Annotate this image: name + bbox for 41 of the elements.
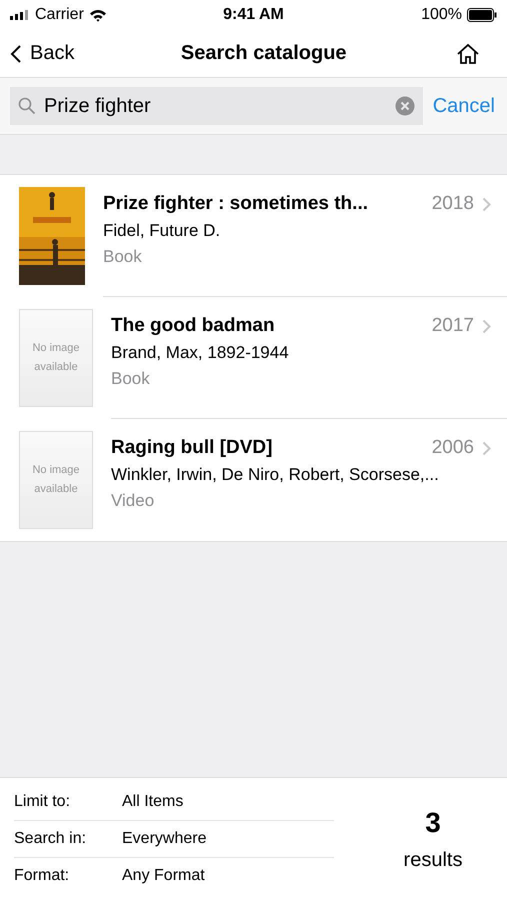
back-chevron-icon: [10, 44, 22, 64]
chevron-icon: [482, 196, 491, 212]
result-year: 2018: [432, 193, 474, 215]
filter-label: Limit to:: [14, 792, 72, 810]
result-count-label: results: [404, 848, 462, 872]
back-button[interactable]: Back: [10, 42, 74, 65]
no-image-placeholder: No image available: [19, 309, 93, 407]
search-field[interactable]: Prize fighter: [10, 87, 423, 125]
result-format: Book: [103, 247, 143, 267]
result-count: 3: [425, 806, 441, 838]
signal-icon: [10, 10, 30, 20]
result-format: Book: [111, 369, 151, 389]
result-author: Winkler, Irwin, De Niro, Robert, Scorsese,...: [111, 465, 440, 485]
battery-percent: 100%: [421, 6, 462, 24]
result-row[interactable]: No image available The good badman 2017 Brand, Max, 1892-1944 Book: [0, 297, 507, 419]
filter-value[interactable]: Any Format: [122, 867, 205, 885]
result-year: 2017: [432, 315, 474, 337]
filter-label: Format:: [14, 867, 70, 885]
result-format: Video: [111, 491, 156, 511]
result-author: Brand, Max, 1892-1944: [111, 343, 290, 363]
chevron-icon: [482, 440, 491, 456]
result-title: The good badman: [111, 315, 276, 337]
result-author: Fidel, Future D.: [103, 221, 222, 241]
clear-icon[interactable]: [394, 96, 415, 116]
chevron-icon: [482, 318, 491, 334]
page-title: Search catalogue: [180, 42, 347, 65]
filter-value[interactable]: Everywhere: [122, 830, 206, 848]
result-year: 2006: [432, 437, 474, 459]
no-image-placeholder: No image available: [19, 431, 93, 529]
carrier-name: Carrier: [35, 6, 84, 24]
wifi-icon: [88, 8, 107, 22]
result-title: Prize fighter : sometimes th...: [103, 193, 369, 215]
search-icon: [18, 97, 36, 115]
search-input[interactable]: Prize fighter: [42, 94, 389, 118]
status-time: 9:41 AM: [223, 6, 284, 24]
filter-value[interactable]: All Items: [122, 792, 184, 810]
result-row[interactable]: No image available Raging bull [DVD] 2006 Winkler, Irwin, De Niro, Robert, Scorsese,... Video: [0, 419, 507, 541]
battery-icon: [467, 8, 498, 22]
result-row[interactable]: Prize fighter : sometimes th... 2018 Fidel, Future D. Book: [0, 175, 507, 297]
result-title: Raging bull [DVD]: [111, 437, 274, 459]
filter-label: Search in:: [14, 830, 88, 848]
